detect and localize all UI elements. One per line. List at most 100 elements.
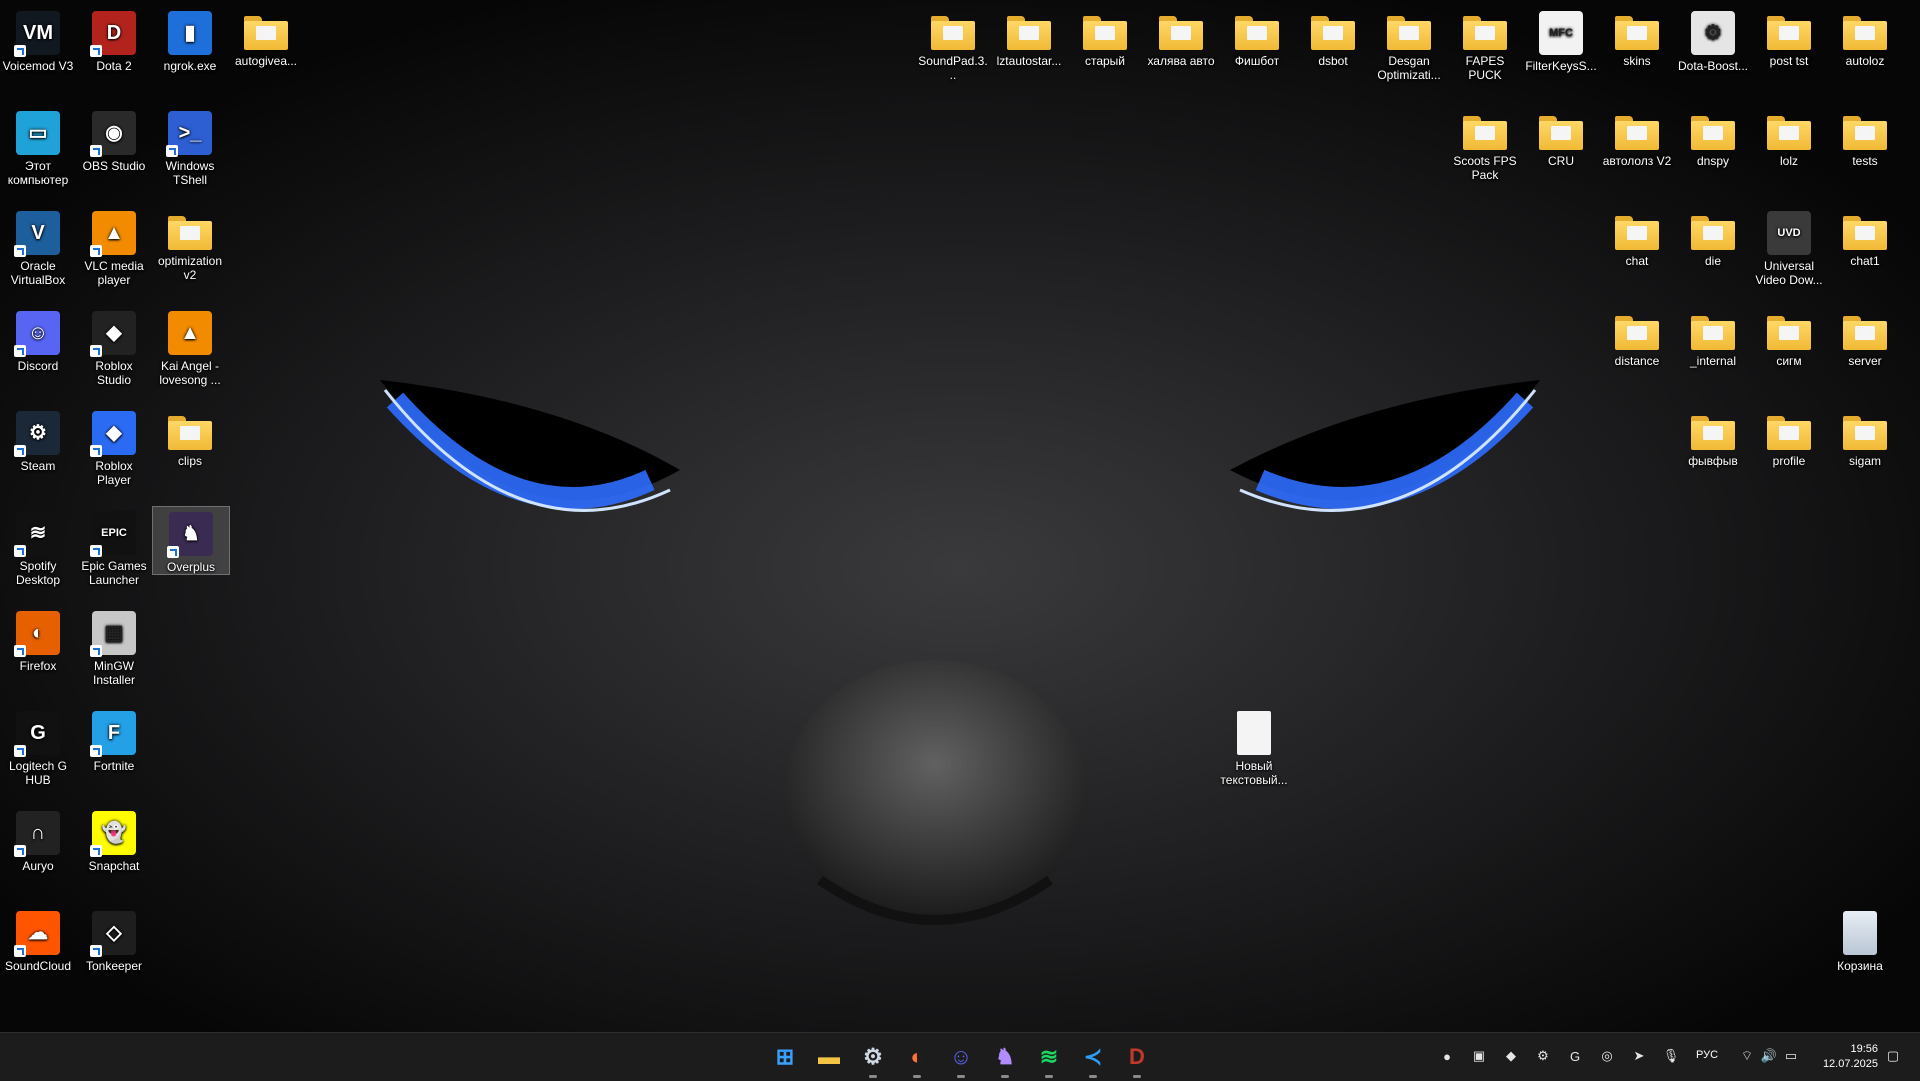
- desktop-icon[interactable]: ∩ Auryo: [0, 806, 76, 873]
- desktop-icon[interactable]: Desgan Optimizati...: [1371, 6, 1447, 82]
- desktop-icon[interactable]: clips: [152, 406, 228, 468]
- desktop-icon-label: Scoots FPS Pack: [1453, 154, 1517, 182]
- wifi-icon[interactable]: ⌔: [1738, 1047, 1756, 1065]
- taskbar-start-button[interactable]: ⊞: [769, 1041, 801, 1073]
- desktop-icon[interactable]: skins: [1599, 6, 1675, 68]
- language-indicator[interactable]: РУС: [1696, 1049, 1718, 1061]
- tray-app-icon[interactable]: ⚙: [1534, 1047, 1552, 1065]
- desktop-icon[interactable]: ▮ ngrok.exe: [152, 6, 228, 73]
- desktop-icon[interactable]: ▭ Этот компьютер: [0, 106, 76, 187]
- taskbar-steam[interactable]: ⚙: [857, 1041, 889, 1078]
- tray-app-icon[interactable]: ➤: [1630, 1047, 1648, 1065]
- desktop-icon[interactable]: фывфыв: [1675, 406, 1751, 468]
- taskbar-vscode[interactable]: ≺: [1077, 1041, 1109, 1078]
- desktop-icon[interactable]: chat: [1599, 206, 1675, 268]
- desktop-icon[interactable]: FAPES PUCK: [1447, 6, 1523, 82]
- shortcut-arrow-icon: [90, 445, 102, 457]
- volume-icon[interactable]: 🔊: [1760, 1047, 1778, 1065]
- desktop-icon[interactable]: autogivea...: [228, 6, 304, 68]
- desktop-icon[interactable]: F Fortnite: [76, 706, 152, 773]
- desktop-icon[interactable]: ▦ MinGW Installer: [76, 606, 152, 687]
- clock[interactable]: 19:56 12.07.2025: [1823, 1042, 1878, 1072]
- desktop-icon[interactable]: ◆ Roblox Studio: [76, 306, 152, 387]
- folder-icon: [1691, 116, 1735, 150]
- desktop-icon[interactable]: lztautostar...: [991, 6, 1067, 68]
- tray-app-icon[interactable]: ●: [1438, 1047, 1456, 1065]
- desktop-icon[interactable]: G Logitech G HUB: [0, 706, 76, 787]
- desktop-icon-label: автололз V2: [1602, 154, 1672, 168]
- desktop-icon[interactable]: optimization v2: [152, 206, 228, 282]
- new-text-file-icon[interactable]: Новый текстовый...: [1216, 706, 1292, 787]
- desktop-icon[interactable]: CRU: [1523, 106, 1599, 168]
- desktop-icon[interactable]: die: [1675, 206, 1751, 268]
- desktop-icon[interactable]: _internal: [1675, 306, 1751, 368]
- taskbar-dota[interactable]: D: [1121, 1041, 1153, 1078]
- desktop-icon[interactable]: autoloz: [1827, 6, 1903, 68]
- tray-app-icon[interactable]: ◎: [1598, 1047, 1616, 1065]
- desktop-icon[interactable]: ▲ Kai Angel - lovesong ...: [152, 306, 228, 387]
- desktop-icon[interactable]: dnspy: [1675, 106, 1751, 168]
- desktop-icon[interactable]: SoundPad.3...: [915, 6, 991, 82]
- taskbar-discord[interactable]: ☺: [945, 1041, 977, 1078]
- desktop-icon[interactable]: >_ Windows TShell: [152, 106, 228, 187]
- desktop-icon-label: халява авто: [1147, 54, 1215, 68]
- desktop-icon[interactable]: ◆ Roblox Player: [76, 406, 152, 487]
- shortcut-arrow-icon: [90, 45, 102, 57]
- desktop-icon[interactable]: post tst: [1751, 6, 1827, 68]
- desktop-icon[interactable]: EPIC Epic Games Launcher: [76, 506, 152, 587]
- spotify-icon: ≋: [1039, 1044, 1059, 1069]
- desktop-icon[interactable]: profile: [1751, 406, 1827, 468]
- desktop-icon[interactable]: tests: [1827, 106, 1903, 168]
- folder-icon: [244, 16, 288, 50]
- desktop-icon[interactable]: ☁ SoundCloud: [0, 906, 76, 973]
- desktop-icon[interactable]: distance: [1599, 306, 1675, 368]
- desktop-icon-label: distance: [1614, 354, 1660, 368]
- notification-icon[interactable]: ▢: [1884, 1047, 1902, 1065]
- app-icon: G: [14, 711, 60, 757]
- tray-app-icon[interactable]: ▣: [1470, 1047, 1488, 1065]
- desktop-icon[interactable]: Scoots FPS Pack: [1447, 106, 1523, 182]
- desktop-icon[interactable]: D Dota 2: [76, 6, 152, 73]
- desktop-icon[interactable]: ≋ Spotify Desktop: [0, 506, 76, 587]
- taskbar-overplus[interactable]: ♞: [989, 1041, 1021, 1078]
- desktop-icon[interactable]: ♞ Overplus: [152, 506, 230, 575]
- desktop-icon[interactable]: MFC FilterKeysS...: [1523, 6, 1599, 73]
- app-icon: ▲: [168, 311, 212, 355]
- desktop-icon[interactable]: lolz: [1751, 106, 1827, 168]
- app-icon: ⚙: [14, 411, 60, 457]
- desktop-icon[interactable]: server: [1827, 306, 1903, 368]
- desktop-icon[interactable]: сигм: [1751, 306, 1827, 368]
- desktop-icon[interactable]: V Oracle VirtualBox: [0, 206, 76, 287]
- desktop-icon[interactable]: ◇ Tonkeeper: [76, 906, 152, 973]
- app-icon: ♞: [167, 512, 213, 558]
- desktop-icon[interactable]: UVD Universal Video Dow...: [1751, 206, 1827, 287]
- desktop-icon[interactable]: ⚙ Dota-Boost...: [1675, 6, 1751, 73]
- desktop-icon[interactable]: chat1: [1827, 206, 1903, 268]
- taskbar-spotify[interactable]: ≋: [1033, 1041, 1065, 1078]
- desktop-icon[interactable]: dsbot: [1295, 6, 1371, 68]
- shortcut-arrow-icon: [90, 845, 102, 857]
- desktop-icon[interactable]: ◉ OBS Studio: [76, 106, 152, 173]
- desktop-icon[interactable]: sigam: [1827, 406, 1903, 468]
- tray-app-icon[interactable]: ◆: [1502, 1047, 1520, 1065]
- tray-app-icon[interactable]: G: [1566, 1047, 1584, 1065]
- desktop-icon-label: Epic Games Launcher: [81, 559, 147, 587]
- desktop-icon[interactable]: 👻 Snapchat: [76, 806, 152, 873]
- desktop-icon[interactable]: ☺ Discord: [0, 306, 76, 373]
- desktop-icon[interactable]: Фишбот: [1219, 6, 1295, 68]
- tray-app-icon[interactable]: 🎙: [1662, 1047, 1680, 1065]
- desktop-icon[interactable]: ◐ Firefox: [0, 606, 76, 673]
- battery-icon[interactable]: ▭: [1782, 1047, 1800, 1065]
- desktop-icon[interactable]: халява авто: [1143, 6, 1219, 68]
- desktop-icon[interactable]: VM Voicemod V3: [0, 6, 76, 73]
- folder-icon: [1463, 116, 1507, 150]
- recycle-bin[interactable]: Корзина: [1822, 906, 1898, 973]
- taskbar-firefox[interactable]: ◐: [901, 1041, 933, 1078]
- desktop-icon[interactable]: автололз V2: [1599, 106, 1675, 168]
- desktop-icon[interactable]: ⚙ Steam: [0, 406, 76, 473]
- desktop-icon-label: Auryo: [22, 859, 54, 873]
- desktop-icon[interactable]: ▲ VLC media player: [76, 206, 152, 287]
- taskbar-file-explorer[interactable]: ▬: [813, 1041, 845, 1073]
- app-icon: ▲: [90, 211, 136, 257]
- desktop-icon[interactable]: старый: [1067, 6, 1143, 68]
